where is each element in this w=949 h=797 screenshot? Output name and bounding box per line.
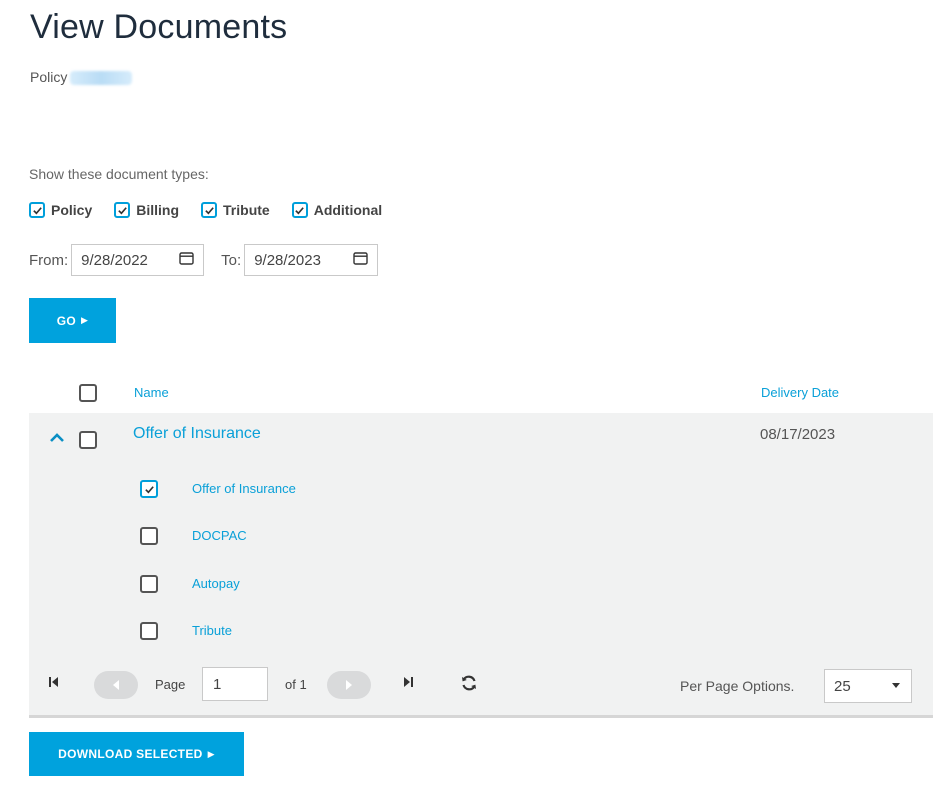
checkbox-checked-icon[interactable] <box>140 480 158 498</box>
group-checkbox[interactable] <box>79 431 97 449</box>
column-header-delivery-date[interactable]: Delivery Date <box>761 385 839 400</box>
per-page-label: Per Page Options. <box>680 678 795 694</box>
document-types-label: Show these document types: <box>29 166 209 182</box>
previous-page-button[interactable] <box>94 671 138 699</box>
type-additional-checkbox[interactable]: Additional <box>291 202 383 218</box>
first-page-icon[interactable] <box>47 675 61 694</box>
date-range-filter: From: 9/28/2022 To: 9/28/2023 <box>29 244 379 276</box>
select-all-checkbox[interactable] <box>79 384 97 402</box>
calendar-icon[interactable] <box>179 251 194 269</box>
type-label: Policy <box>51 202 93 218</box>
checkbox-checked-icon[interactable] <box>29 202 45 218</box>
from-label: From: <box>29 251 69 269</box>
caret-down-icon <box>892 683 900 688</box>
to-label: To: <box>221 251 242 269</box>
next-page-button[interactable] <box>327 671 371 699</box>
per-page-select[interactable]: 25 <box>824 669 912 703</box>
last-page-icon[interactable] <box>401 675 415 694</box>
table-divider <box>29 715 933 718</box>
type-label: Tribute <box>223 202 270 218</box>
to-date-value: 9/28/2023 <box>254 251 321 269</box>
document-link[interactable]: Offer of Insurance <box>192 481 296 496</box>
type-tribute-checkbox[interactable]: Tribute <box>201 202 270 218</box>
to-date-input[interactable]: 9/28/2023 <box>244 244 379 276</box>
document-checkbox[interactable] <box>140 575 158 593</box>
document-checkbox[interactable] <box>140 622 158 640</box>
type-label: Billing <box>136 202 180 218</box>
list-item: Autopay <box>140 574 240 594</box>
refresh-icon[interactable] <box>460 674 478 697</box>
document-link[interactable]: DOCPAC <box>192 528 247 543</box>
checkbox-checked-icon[interactable] <box>291 202 308 218</box>
list-item: Tribute <box>140 621 232 641</box>
policy-label: Policy <box>30 69 68 85</box>
go-button[interactable]: GO ▶ <box>29 298 116 343</box>
from-date-input[interactable]: 9/28/2022 <box>71 244 205 276</box>
document-link[interactable]: Autopay <box>192 576 240 591</box>
document-checkbox[interactable] <box>140 527 158 545</box>
view-documents-page: View Documents Policy Show these documen… <box>0 0 949 797</box>
from-date-value: 9/28/2022 <box>81 251 148 269</box>
per-page-value: 25 <box>834 678 851 695</box>
policy-number-redacted <box>70 71 133 86</box>
checkbox-checked-icon[interactable] <box>201 202 218 218</box>
caret-right-icon <box>346 680 352 690</box>
page-title: View Documents <box>30 8 288 46</box>
column-header-name[interactable]: Name <box>134 385 169 400</box>
download-button-label: DOWNLOAD SELECTED <box>58 747 203 761</box>
caret-right-icon: ▶ <box>207 748 215 759</box>
document-types-filter: Policy Billing Tribute Additional <box>29 202 404 218</box>
page-label: Page <box>155 677 186 692</box>
type-label: Additional <box>313 202 383 218</box>
group-delivery-date: 08/17/2023 <box>760 426 836 443</box>
documents-table-header: Name Delivery Date <box>29 377 933 413</box>
calendar-icon[interactable] <box>353 251 368 269</box>
type-policy-checkbox[interactable]: Policy <box>29 202 92 218</box>
caret-right-icon: ▶ <box>81 315 89 325</box>
list-item: Offer of Insurance <box>140 479 296 499</box>
download-selected-button[interactable]: DOWNLOAD SELECTED ▶ <box>29 732 244 776</box>
checkbox-checked-icon[interactable] <box>114 202 131 218</box>
chevron-up-icon[interactable] <box>49 430 65 448</box>
pagination-bar: Page 1 of 1 Per Page Options. 25 <box>29 667 933 703</box>
group-name-link[interactable]: Offer of Insurance <box>133 425 261 443</box>
type-billing-checkbox[interactable]: Billing <box>114 202 179 218</box>
document-group: Offer of Insurance 08/17/2023 Offer of I… <box>29 413 933 715</box>
policy-line: Policy <box>30 69 133 86</box>
caret-left-icon <box>113 680 119 690</box>
list-item: DOCPAC <box>140 526 247 546</box>
page-number-input[interactable]: 1 <box>202 667 268 701</box>
document-link[interactable]: Tribute <box>192 623 232 638</box>
page-total-label: of 1 <box>285 677 307 692</box>
go-button-label: GO <box>56 313 77 328</box>
